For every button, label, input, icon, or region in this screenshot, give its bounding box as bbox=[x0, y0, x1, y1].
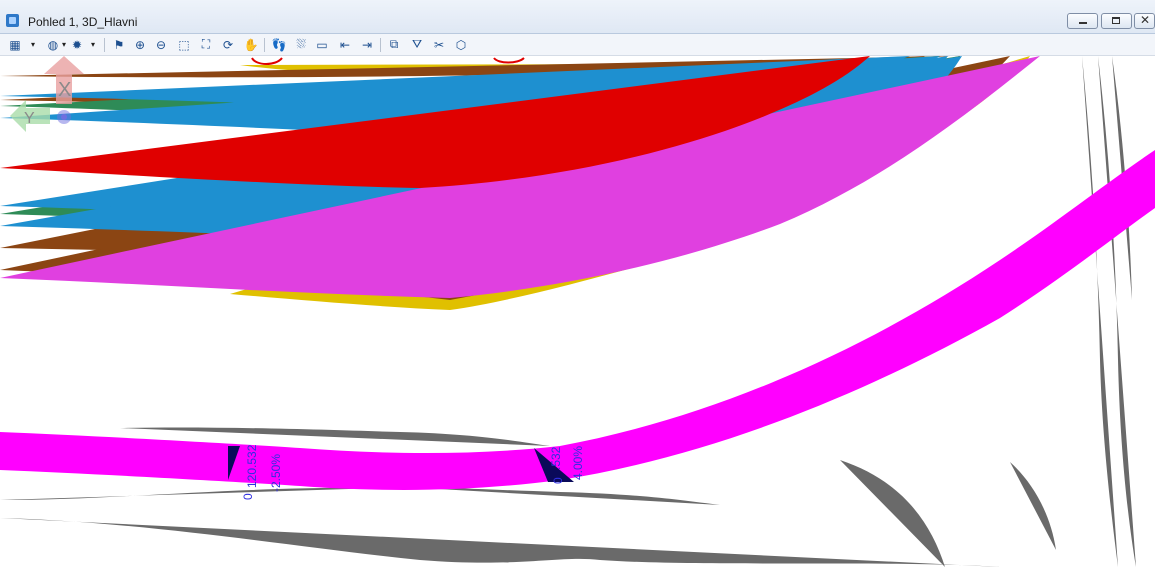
update-view-icon[interactable]: ⚑ bbox=[110, 36, 128, 53]
window-title: Pohled 1, 3D_Hlavni bbox=[28, 15, 138, 29]
clip-volume-icon[interactable]: ⛛ bbox=[408, 36, 426, 53]
walk-icon[interactable]: 👣 bbox=[269, 36, 289, 53]
dropdown-arrow-icon[interactable]: ▾ bbox=[60, 36, 68, 53]
restore-button[interactable] bbox=[1101, 13, 1132, 29]
drawing-canvas[interactable]: 0 120.532 -2.50% 0 .532 4.00% X Y bbox=[0, 56, 1155, 567]
view-display-icon[interactable]: ⬡ bbox=[452, 36, 470, 53]
clip-mask-icon[interactable]: ✂ bbox=[430, 36, 448, 53]
toolbar-separator bbox=[264, 38, 265, 52]
red-marker bbox=[251, 57, 283, 65]
toolbar-separator bbox=[104, 38, 105, 52]
window-titlebar[interactable]: Pohled 1, 3D_Hlavni ✕ bbox=[0, 0, 1155, 34]
annotation-right-slope: 4.00% bbox=[571, 446, 585, 480]
copy-view-icon[interactable]: ⧉ bbox=[385, 36, 403, 53]
annotation-left-station-prefix: 0 bbox=[241, 493, 255, 500]
fit-view-icon[interactable]: ⛶ bbox=[197, 36, 215, 53]
close-button[interactable]: ✕ bbox=[1134, 13, 1155, 29]
rotate-view-icon[interactable]: ⟳ bbox=[219, 36, 237, 53]
z-axis-point-center bbox=[61, 114, 67, 120]
contour-line bbox=[1010, 462, 1056, 550]
close-icon: ✕ bbox=[1140, 13, 1151, 27]
zoom-in-icon[interactable]: ⊕ bbox=[131, 36, 149, 53]
minimize-icon bbox=[1079, 22, 1087, 24]
contour-line bbox=[0, 487, 380, 500]
annotation-left-station: 120.532 bbox=[245, 444, 259, 488]
y-axis-label: Y bbox=[24, 110, 35, 127]
window-area-icon[interactable]: ⬚ bbox=[175, 36, 193, 53]
contour-line bbox=[1082, 56, 1118, 567]
view-next-icon[interactable]: ⇥ bbox=[358, 36, 376, 53]
annotation-right-station: .532 bbox=[549, 446, 563, 470]
camera-icon[interactable]: ▭ bbox=[313, 36, 331, 53]
app-icon bbox=[6, 14, 19, 27]
lighting-icon[interactable]: ✹ bbox=[68, 36, 86, 53]
toolbar-separator bbox=[380, 38, 381, 52]
dropdown-arrow-icon[interactable]: ▾ bbox=[88, 36, 98, 53]
annotation-left-slope: -2.50% bbox=[269, 454, 283, 492]
zoom-out-icon[interactable]: ⊖ bbox=[152, 36, 170, 53]
contour-line bbox=[840, 460, 945, 567]
restore-icon bbox=[1112, 17, 1120, 24]
view-attributes-icon[interactable]: ▦ bbox=[6, 36, 24, 53]
contour-line bbox=[0, 518, 1000, 567]
view-previous-icon[interactable]: ⇤ bbox=[336, 36, 354, 53]
annotation-right-station-prefix: 0 bbox=[551, 477, 565, 484]
dropdown-arrow-icon[interactable]: ▾ bbox=[28, 36, 38, 53]
fly-icon[interactable]: ⛆ bbox=[292, 36, 310, 53]
minimize-button[interactable] bbox=[1067, 13, 1098, 29]
contour-line bbox=[1098, 56, 1136, 567]
pan-view-icon[interactable]: ✋ bbox=[242, 36, 260, 53]
x-axis-label: X bbox=[58, 79, 71, 101]
road-wireframe bbox=[0, 56, 1040, 310]
red-marker bbox=[493, 57, 525, 64]
drawing-viewport[interactable]: 0 120.532 -2.50% 0 .532 4.00% X Y bbox=[0, 56, 1155, 567]
view-toolbar: ▦ ▾ ◍ ▾ ✹ ▾ ⚑ ⊕ ⊖ ⬚ ⛶ ⟳ ✋ 👣 ⛆ ▭ ⇤ ⇥ ⧉ ⛛ … bbox=[0, 34, 1155, 56]
